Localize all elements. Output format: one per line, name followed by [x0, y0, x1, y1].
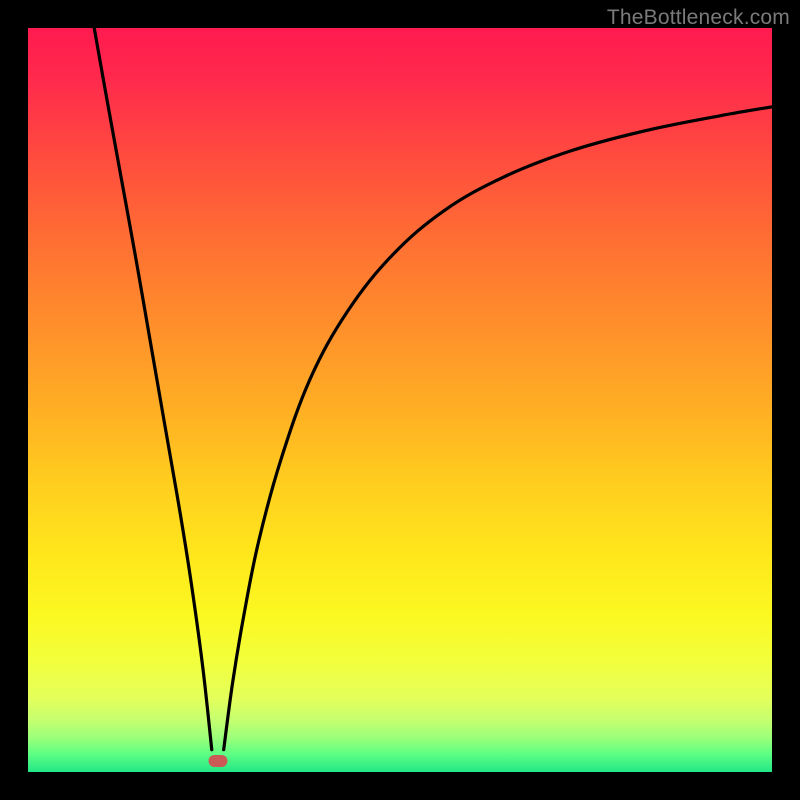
chart-frame: TheBottleneck.com [0, 0, 800, 800]
left-branch-path [94, 28, 212, 750]
plot-area [28, 28, 772, 772]
right-branch-path [224, 107, 772, 750]
minimum-marker [208, 755, 227, 767]
watermark-text: TheBottleneck.com [607, 6, 790, 30]
curve-svg [28, 28, 772, 772]
